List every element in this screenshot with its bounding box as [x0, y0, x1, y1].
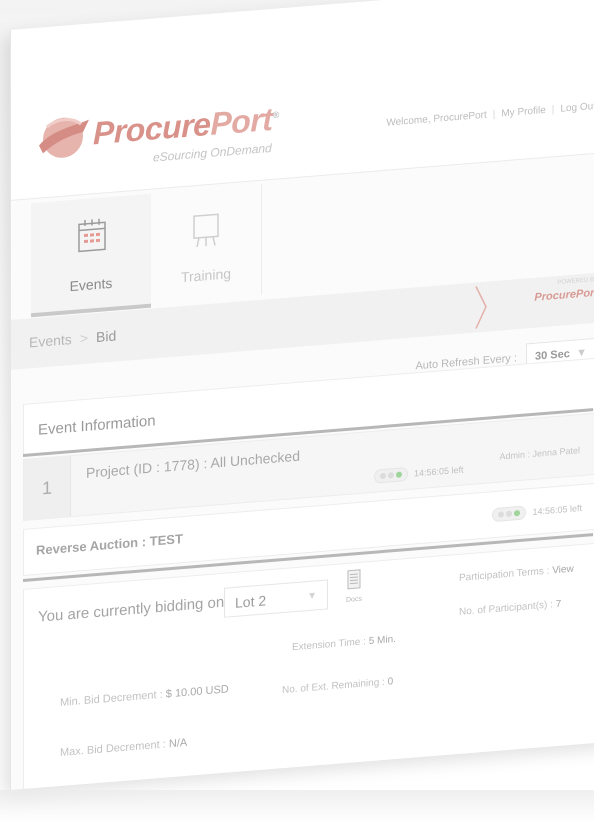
brand-name-part1: Procure — [93, 105, 211, 152]
ext-remaining-label: No. of Ext. Remaining : — [282, 676, 385, 697]
chevron-divider-icon — [475, 286, 487, 329]
participants-value: 7 — [555, 598, 562, 611]
ext-remaining-value: 0 — [387, 676, 394, 688]
powered-by-text: POWERED BY — [557, 276, 594, 286]
powered-by-brand: ProcurePort — [534, 286, 594, 304]
tab-events-label: Events — [69, 274, 113, 295]
tab-events[interactable]: Events — [31, 193, 151, 318]
breadcrumb: Events > Bid — [29, 327, 116, 350]
powered-by-badge: POWERED BY ProcurePort — [534, 277, 594, 306]
extension-time: Extension Time : 5 Min. — [292, 634, 396, 653]
min-bid-decrement: Min. Bid Decrement : $ 10.00 USD — [60, 683, 229, 709]
max-bid-decrement: Max. Bid Decrement : N/A — [60, 737, 187, 759]
lot-select[interactable]: Lot 2 ▼ — [224, 579, 328, 618]
participation-terms: Participation Terms : View — [459, 564, 574, 584]
status-dot-active — [514, 509, 521, 517]
project-number: 1 — [24, 456, 71, 520]
header-separator: | — [492, 108, 496, 121]
docs-label: Docs — [346, 595, 362, 604]
participants-count: No. of Participant(s) : 7 — [459, 599, 561, 618]
tab-training[interactable]: Training — [151, 184, 262, 304]
extension-time-value: 5 Min. — [368, 633, 396, 648]
min-decrement-label: Min. Bid Decrement : — [60, 688, 163, 709]
project-time-left: 14:56:05 left — [414, 464, 464, 479]
participants-label: No. of Participant(s) : — [459, 599, 553, 618]
my-profile-link[interactable]: My Profile — [501, 105, 545, 120]
page-background: ProcurePort® eSourcing OnDemand Welcome,… — [0, 0, 594, 823]
docs-button[interactable]: Docs — [346, 569, 362, 604]
trademark-mark: ® — [272, 109, 279, 121]
chevron-down-icon: ▼ — [307, 590, 317, 603]
tab-training-label: Training — [180, 265, 232, 286]
globe-arrow-icon — [39, 117, 89, 158]
breadcrumb-current: Bid — [96, 327, 117, 346]
breadcrumb-events[interactable]: Events — [29, 331, 72, 350]
screen-reflection — [0, 790, 594, 823]
lot-select-value: Lot 2 — [235, 592, 267, 611]
logo[interactable]: ProcurePort® eSourcing OnDemand — [33, 101, 279, 175]
project-title: Project (ID : 1778) : All Unchecked — [86, 447, 300, 481]
logout-link[interactable]: Log Out — [560, 101, 594, 115]
min-decrement-value: $ 10.00 USD — [165, 683, 229, 701]
welcome-text: Welcome, ProcurePort — [386, 109, 487, 129]
auction-timer: 14:56:05 left — [492, 501, 582, 523]
browser-screen: ProcurePort® eSourcing OnDemand Welcome,… — [10, 0, 594, 791]
project-admin: Admin : Jenna Patel — [499, 445, 580, 462]
easel-icon — [193, 213, 219, 248]
status-dot — [388, 472, 394, 479]
breadcrumb-separator: > — [79, 329, 88, 347]
header-links: Welcome, ProcurePort | My Profile | Log Out — [386, 101, 594, 129]
participation-terms-label: Participation Terms : — [459, 565, 550, 584]
ext-remaining: No. of Ext. Remaining : 0 — [282, 676, 393, 696]
participation-terms-link[interactable]: View — [552, 564, 574, 577]
status-dot — [380, 472, 386, 480]
header-separator: | — [551, 104, 555, 116]
status-indicator — [492, 505, 527, 523]
document-icon — [347, 569, 361, 590]
max-decrement-label: Max. Bid Decrement : — [60, 738, 166, 759]
status-dot — [498, 511, 505, 518]
status-dot-active — [396, 471, 402, 478]
status-dot — [506, 510, 513, 518]
auction-time-left: 14:56:05 left — [532, 502, 582, 517]
event-info-title: Event Information — [38, 412, 156, 439]
max-decrement-value: N/A — [168, 736, 188, 751]
extension-time-label: Extension Time : — [292, 636, 366, 654]
brand-name-part2: Port — [210, 100, 273, 142]
project-timer: 14:56:05 left — [374, 463, 464, 484]
status-indicator — [374, 466, 408, 484]
calendar-icon — [78, 218, 106, 253]
bidding-panel: You are currently bidding on Lot 1 : Lot… — [23, 542, 594, 791]
auction-title: Reverse Auction : TEST — [36, 531, 183, 558]
